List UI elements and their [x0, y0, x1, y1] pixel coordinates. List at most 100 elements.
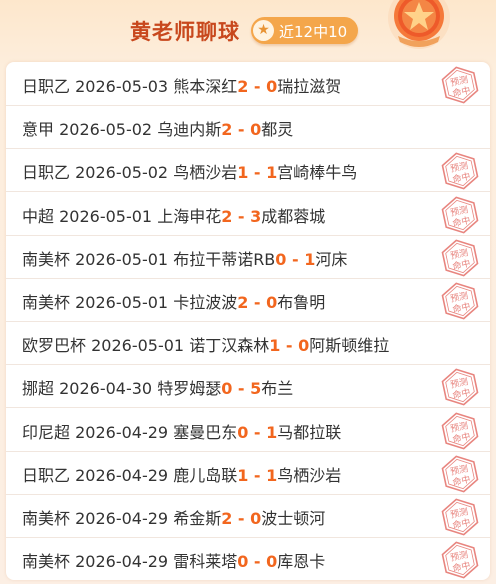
home-team: 塞曼巴东 [173, 422, 238, 442]
league: 中超 [22, 206, 55, 226]
away-score: 1 [304, 249, 316, 269]
away-team: 鸟栖沙岩 [277, 465, 342, 485]
away-team: 河床 [315, 249, 348, 269]
score-separator: - [232, 120, 251, 140]
prediction-hit-stamp-icon: 预测命中 [441, 66, 479, 104]
away-score: 0 [266, 293, 278, 312]
match-row[interactable]: 中超 2026-05-01 上海申花2 - 3成都蓉城 预测 命中 [6, 192, 490, 236]
away-team: 阿斯顿维拉 [309, 336, 390, 356]
away-score: 0 [266, 77, 278, 96]
match-row[interactable]: 欧罗巴杯 2026-05-01 诺丁汉森林1 - 0阿斯顿维拉 [6, 321, 490, 366]
league: 日职乙 [22, 465, 71, 485]
home-team: 乌迪内斯 [157, 120, 222, 140]
home-score: 2 [237, 77, 249, 96]
match-row[interactable]: 意甲 2026-05-02 乌迪内斯2 - 0都灵 [6, 105, 490, 150]
medal-icon [388, 0, 450, 49]
match-row[interactable]: 南美杯 2026-05-01 布拉干蒂诺RB0 - 1河床 预测 命中 [6, 235, 490, 279]
match-row[interactable]: 挪超 2026-04-30 特罗姆瑟0 - 5布兰 预测 命中 [6, 364, 490, 409]
away-team: 马都拉联 [277, 422, 342, 442]
league: 日职乙 [22, 163, 71, 183]
match-row[interactable]: 日职乙 2026-05-03 熊本深红2 - 0瑞拉滋贺 预测 命中 [6, 62, 490, 106]
home-team: 上海申花 [157, 206, 222, 226]
match-text: 意甲 2026-05-02 乌迪内斯2 - 0都灵 [22, 116, 293, 140]
match-text: 南美杯 2026-05-01 卡拉波波2 - 0布鲁明 [22, 289, 325, 313]
match-row[interactable]: 南美杯 2026-04-29 希金斯2 - 0波士顿河 预测 命中 [6, 494, 490, 538]
prediction-hit-stamp-icon: 预测命中 [441, 196, 479, 234]
home-score: 1 [269, 336, 281, 356]
match-row[interactable]: 南美杯 2026-05-01 卡拉波波2 - 0布鲁明 预测 命中 [6, 278, 490, 322]
home-score: 2 [221, 206, 233, 226]
league: 挪超 [22, 379, 55, 399]
away-score: 0 [298, 336, 310, 356]
prediction-hit-stamp-icon: 预测命中 [441, 412, 479, 450]
match-date: 2026-05-03 [75, 77, 169, 96]
prediction-hit-stamp-icon: 预测命中 [441, 152, 479, 190]
home-team: 特罗姆瑟 [157, 379, 222, 399]
expert-name[interactable]: 黄老师聊球 [130, 16, 240, 46]
home-score: 0 [237, 552, 249, 572]
home-score: 2 [221, 120, 233, 140]
match-row[interactable]: 南美杯 2026-04-29 雷科莱塔0 - 0库恩卡 预测 命中 [6, 537, 490, 580]
match-text: 日职乙 2026-04-29 鹿儿岛联1 - 1鸟栖沙岩 [22, 462, 341, 486]
score-separator: - [232, 509, 251, 528]
match-row[interactable]: 日职乙 2026-04-29 鹿儿岛联1 - 1鸟栖沙岩 预测 命中 [6, 451, 490, 495]
match-list: 日职乙 2026-05-03 熊本深红2 - 0瑞拉滋贺 预测 命中 意甲 2026-… [6, 62, 490, 580]
league: 日职乙 [22, 77, 71, 96]
home-team: 诺丁汉森林 [189, 336, 270, 356]
home-score: 1 [237, 163, 249, 183]
match-text: 南美杯 2026-05-01 布拉干蒂诺RB0 - 1河床 [22, 246, 347, 270]
score-separator: - [248, 77, 267, 96]
league: 南美杯 [22, 293, 71, 312]
away-score: 0 [250, 120, 262, 140]
match-text: 日职乙 2026-05-02 鸟栖沙岩1 - 1宫崎棒牛鸟 [22, 159, 357, 183]
home-score: 0 [237, 422, 249, 442]
score-separator: - [232, 206, 251, 226]
match-date: 2026-05-01 [59, 206, 153, 226]
match-text: 南美杯 2026-04-29 希金斯2 - 0波士顿河 [22, 505, 325, 529]
match-text: 南美杯 2026-04-29 雷科莱塔0 - 0库恩卡 [22, 548, 325, 572]
away-score: 3 [250, 206, 262, 226]
prediction-hit-stamp-icon: 预测命中 [441, 368, 479, 406]
league: 南美杯 [22, 552, 71, 572]
match-date: 2026-05-01 [75, 293, 169, 312]
away-score: 1 [266, 163, 278, 183]
score-separator: - [248, 552, 267, 572]
league: 欧罗巴杯 [22, 336, 87, 356]
home-team: 熊本深红 [173, 77, 238, 96]
match-text: 挪超 2026-04-30 特罗姆瑟0 - 5布兰 [22, 375, 293, 399]
record-text: 近12中10 [279, 23, 348, 41]
home-team: 鸟栖沙岩 [173, 163, 238, 183]
home-team: 希金斯 [173, 509, 222, 528]
score-separator: - [248, 422, 267, 442]
home-team: 雷科莱塔 [173, 552, 238, 572]
home-score: 1 [237, 465, 249, 485]
away-team: 瑞拉滋贺 [277, 77, 342, 96]
score-separator: - [286, 249, 305, 269]
home-score: 0 [275, 249, 287, 269]
away-team: 都灵 [261, 120, 294, 140]
league: 印尼超 [22, 422, 71, 442]
match-date: 2026-04-29 [75, 509, 169, 528]
match-date: 2026-05-02 [75, 163, 169, 183]
match-date: 2026-05-02 [59, 120, 153, 140]
match-row[interactable]: 日职乙 2026-05-02 鸟栖沙岩1 - 1宫崎棒牛鸟 预测 命中 [6, 148, 490, 193]
away-score: 0 [266, 552, 278, 572]
away-team: 库恩卡 [277, 552, 326, 572]
score-separator: - [232, 379, 251, 399]
match-text: 印尼超 2026-04-29 塞曼巴东0 - 1马都拉联 [22, 419, 341, 443]
match-date: 2026-04-29 [75, 465, 169, 485]
match-row[interactable]: 印尼超 2026-04-29 塞曼巴东0 - 1马都拉联 预测 命中 [6, 408, 490, 452]
away-team: 布鲁明 [277, 293, 326, 312]
league: 南美杯 [22, 509, 71, 528]
prediction-hit-stamp-icon: 预测命中 [441, 541, 479, 579]
away-team: 布兰 [261, 379, 294, 399]
home-team: 鹿儿岛联 [173, 465, 238, 485]
league: 意甲 [22, 120, 55, 140]
away-score: 1 [266, 465, 278, 485]
score-separator: - [248, 293, 267, 312]
record-badge: ★ 近12中10 [251, 17, 358, 44]
prediction-hit-stamp-icon: 预测命中 [441, 498, 479, 536]
away-team: 成都蓉城 [261, 206, 326, 226]
away-team: 宫崎棒牛鸟 [277, 163, 358, 183]
away-team: 波士顿河 [261, 509, 326, 528]
